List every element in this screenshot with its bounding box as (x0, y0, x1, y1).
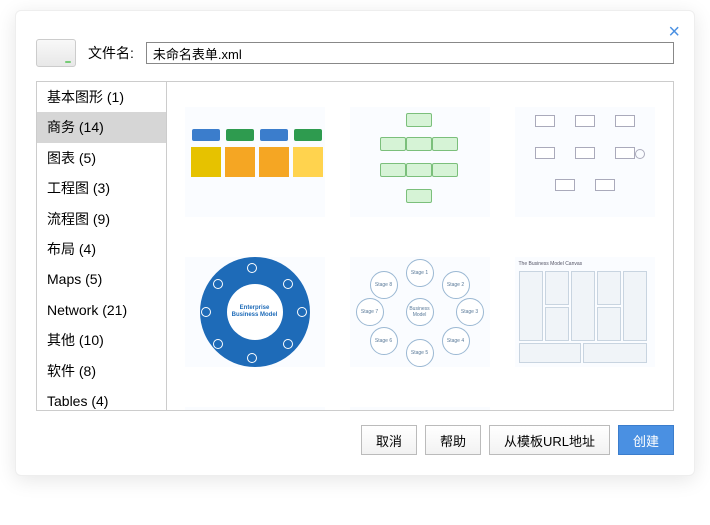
sidebar-item-category[interactable]: Maps (5) (37, 264, 166, 294)
sidebar-item-category[interactable]: 流程图 (9) (37, 204, 166, 234)
template-card[interactable] (342, 92, 497, 232)
template-thumb-misc (350, 407, 490, 410)
template-thumb-orgchart (350, 107, 490, 217)
help-button[interactable]: 帮助 (425, 425, 481, 455)
template-thumb-flowchart (515, 107, 655, 217)
template-thumb-stage-circle: Business Model Stage 1 Stage 2 Stage 3 S… (350, 257, 490, 367)
stage-center: Business Model (406, 298, 434, 326)
template-thumb-canvas: The Business Model Canvas (515, 257, 655, 367)
create-button[interactable]: 创建 (618, 425, 674, 455)
wheel-center-label: Enterprise Business Model (227, 284, 283, 340)
sidebar-item-category[interactable]: Network (21) (37, 295, 166, 325)
template-card[interactable]: The Business Model Canvas (507, 242, 662, 382)
template-grid: Enterprise Business Model Business Model… (167, 82, 673, 410)
template-card[interactable]: Business Model Stage 1 Stage 2 Stage 3 S… (342, 242, 497, 382)
template-thumb-arrows (185, 107, 325, 217)
close-icon[interactable]: × (668, 21, 680, 44)
template-card[interactable] (177, 92, 332, 232)
sidebar-item-category[interactable]: 布局 (4) (37, 234, 166, 264)
sidebar-item-category[interactable]: 基本图形 (1) (37, 82, 166, 112)
new-file-dialog: × 文件名: 基本图形 (1)商务 (14)图表 (5)工程图 (3)流程图 (… (15, 10, 695, 476)
sidebar-item-category[interactable]: 商务 (14) (37, 112, 166, 142)
template-card[interactable] (507, 92, 662, 232)
from-url-button[interactable]: 从模板URL地址 (489, 425, 610, 455)
sidebar-item-category[interactable]: Tables (4) (37, 386, 166, 410)
sidebar-item-category[interactable]: 工程图 (3) (37, 173, 166, 203)
category-sidebar: 基本图形 (1)商务 (14)图表 (5)工程图 (3)流程图 (9)布局 (4… (37, 82, 167, 410)
template-card[interactable]: Enterprise Business Model (177, 242, 332, 382)
template-card[interactable] (342, 392, 497, 410)
cancel-button[interactable]: 取消 (361, 425, 417, 455)
disk-icon (36, 39, 76, 67)
sidebar-item-category[interactable]: 软件 (8) (37, 356, 166, 386)
filename-input[interactable] (146, 42, 674, 64)
sidebar-item-category[interactable]: 图表 (5) (37, 143, 166, 173)
template-card[interactable]: Cell 1 Cell 2 Cell 3 (177, 392, 332, 410)
template-thumb-cells: Cell 1 Cell 2 Cell 3 (185, 407, 325, 410)
filename-label: 文件名: (88, 43, 134, 63)
template-thumb-business-model-wheel: Enterprise Business Model (185, 257, 325, 367)
dialog-footer: 取消 帮助 从模板URL地址 创建 (36, 425, 674, 455)
sidebar-item-category[interactable]: 其他 (10) (37, 325, 166, 355)
filename-row: 文件名: (36, 39, 674, 67)
main-panel: 基本图形 (1)商务 (14)图表 (5)工程图 (3)流程图 (9)布局 (4… (36, 81, 674, 411)
